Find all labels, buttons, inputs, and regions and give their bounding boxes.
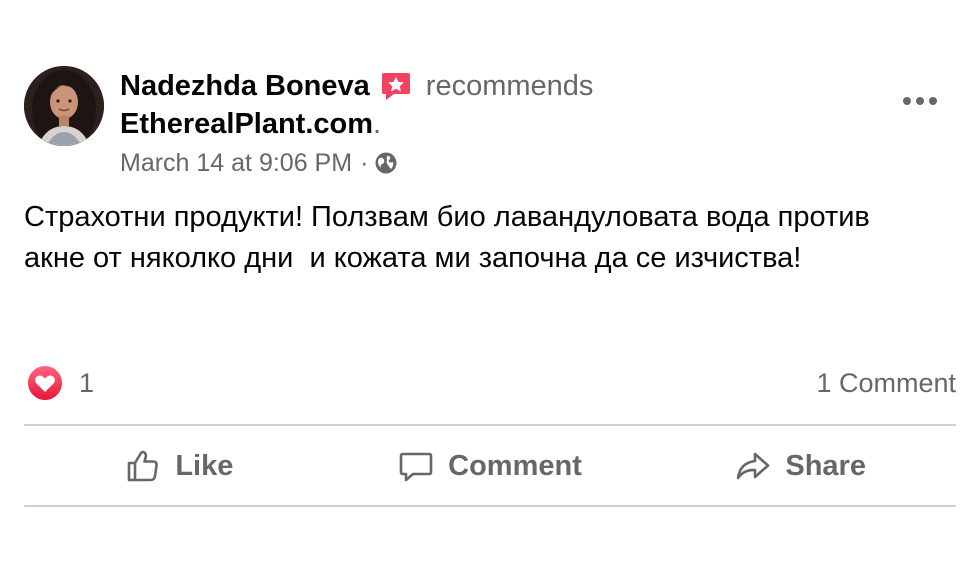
thumbs-up-icon [128, 450, 159, 482]
comment-label: Comment [448, 449, 582, 482]
share-arrow-icon [737, 452, 770, 480]
reaction-count: 1 [79, 367, 95, 398]
meta-separator: · [360, 148, 369, 177]
post-body: Страхотни продукти! Ползвам био лавандул… [24, 197, 954, 279]
like-label: Like [175, 449, 234, 482]
share-label: Share [785, 449, 866, 482]
recommended-page-line: EtherealPlant.com. [120, 104, 381, 144]
comment-bubble-icon [399, 452, 433, 482]
author-avatar[interactable] [24, 66, 104, 146]
post-body-line: акне от няколко дни и кожата ми започна … [24, 242, 802, 274]
post-meta: March 14 at 9:06 PM · [120, 146, 398, 180]
recommends-label: recommends [425, 69, 594, 102]
author-name[interactable]: Nadezhda Boneva [120, 70, 370, 103]
heart-reaction-icon [27, 365, 63, 401]
comment-button[interactable]: Comment [335, 428, 646, 504]
like-button[interactable]: Like [24, 428, 335, 504]
reactions-summary[interactable]: 1 [27, 364, 94, 402]
divider [24, 424, 956, 426]
ellipsis-icon [903, 97, 937, 105]
divider [24, 505, 956, 507]
more-options-button[interactable] [898, 86, 942, 116]
globe-icon[interactable] [374, 151, 398, 175]
post-body-line: Страхотни продукти! Ползвам био лавандул… [24, 201, 870, 233]
comment-count-link[interactable]: 1 Comment [816, 364, 956, 402]
post-timestamp[interactable]: March 14 at 9:06 PM [120, 149, 352, 178]
post-action-bar: Like Comment Share [24, 428, 956, 504]
recommended-page-link[interactable]: EtherealPlant.com [120, 108, 373, 141]
share-button[interactable]: Share [645, 428, 956, 504]
recommendation-icon [378, 69, 412, 103]
page-suffix: . [373, 107, 382, 140]
post-header-line: Nadezhda Boneva recommends [120, 66, 593, 106]
